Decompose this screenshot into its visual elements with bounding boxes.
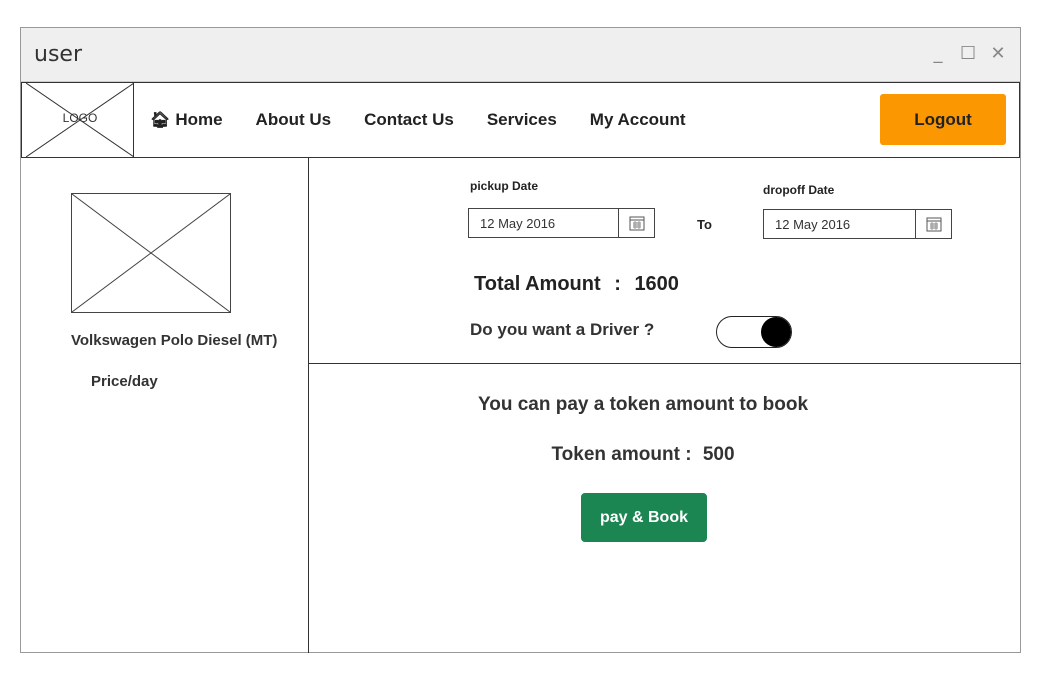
nav-menu: 🏠︎ Home About Us Contact Us Services My A… xyxy=(150,83,719,157)
dropoff-date-label: dropoff Date xyxy=(763,183,835,197)
title-bar: user _ ☐ ✕ xyxy=(21,28,1020,82)
nav-item-home[interactable]: 🏠︎ Home xyxy=(150,110,223,130)
nav-item-contact-us[interactable]: Contact Us xyxy=(364,110,454,130)
booking-panel: pickup Date 12 May 2016 To dropoff Date … xyxy=(309,158,1021,364)
price-per-day-label: Price/day xyxy=(91,373,158,390)
home-icon: 🏠︎ xyxy=(150,112,171,129)
nav-item-my-account[interactable]: My Account xyxy=(590,110,686,130)
total-amount-separator: : xyxy=(614,273,621,295)
driver-question: Do you want a Driver ? xyxy=(470,320,655,339)
calendar-icon xyxy=(926,217,941,232)
calendar-icon xyxy=(629,216,644,231)
image-placeholder-icon xyxy=(72,194,230,312)
booking-main: pickup Date 12 May 2016 To dropoff Date … xyxy=(309,158,1021,653)
pickup-date-field[interactable]: 12 May 2016 xyxy=(468,208,655,238)
pickup-date-label: pickup Date xyxy=(470,179,539,193)
total-amount-label: Total Amount xyxy=(474,273,601,295)
logo-text: LOGO xyxy=(62,111,98,125)
token-amount-label: Token amount : xyxy=(551,444,692,465)
car-image xyxy=(71,193,231,313)
dropoff-calendar-button[interactable] xyxy=(915,210,951,238)
nav-item-services[interactable]: Services xyxy=(487,110,557,130)
token-panel: You can pay a token amount to book Token… xyxy=(309,364,1021,653)
pay-and-book-button[interactable]: pay & Book xyxy=(581,493,707,542)
maximize-icon[interactable]: ☐ xyxy=(960,43,976,64)
window-controls: _ ☐ ✕ xyxy=(930,43,1006,64)
nav-item-label: Home xyxy=(175,110,223,129)
car-sidebar: Volkswagen Polo Diesel (MT) Price/day xyxy=(21,158,309,653)
token-amount-value: 500 xyxy=(702,444,735,465)
app-window: user _ ☐ ✕ LOGO 🏠︎ Home About Us Contact … xyxy=(20,27,1021,653)
token-message: You can pay a token amount to book xyxy=(477,394,809,415)
pickup-date-value: 12 May 2016 xyxy=(480,216,556,231)
pickup-calendar-button[interactable] xyxy=(618,209,654,237)
logout-button[interactable]: Logout xyxy=(880,94,1006,145)
to-label: To xyxy=(697,217,712,232)
car-name: Volkswagen Polo Diesel (MT) xyxy=(71,332,278,349)
dropoff-date-value: 12 May 2016 xyxy=(775,217,851,232)
minimize-icon[interactable]: _ xyxy=(930,43,946,64)
dropoff-date-field[interactable]: 12 May 2016 xyxy=(763,209,952,239)
nav-item-about-us[interactable]: About Us xyxy=(256,110,332,130)
total-amount-value: 1600 xyxy=(634,273,679,295)
logo[interactable]: LOGO xyxy=(26,83,134,157)
toggle-knob xyxy=(761,317,791,347)
total-amount-row: Total Amount : 1600 xyxy=(474,273,679,296)
nav-bar: LOGO 🏠︎ Home About Us Contact Us Services… xyxy=(21,82,1020,158)
close-icon[interactable]: ✕ xyxy=(990,43,1006,64)
window-title: user xyxy=(34,42,82,67)
token-amount-row: Token amount : 500 xyxy=(309,444,977,466)
driver-toggle[interactable] xyxy=(716,316,792,348)
